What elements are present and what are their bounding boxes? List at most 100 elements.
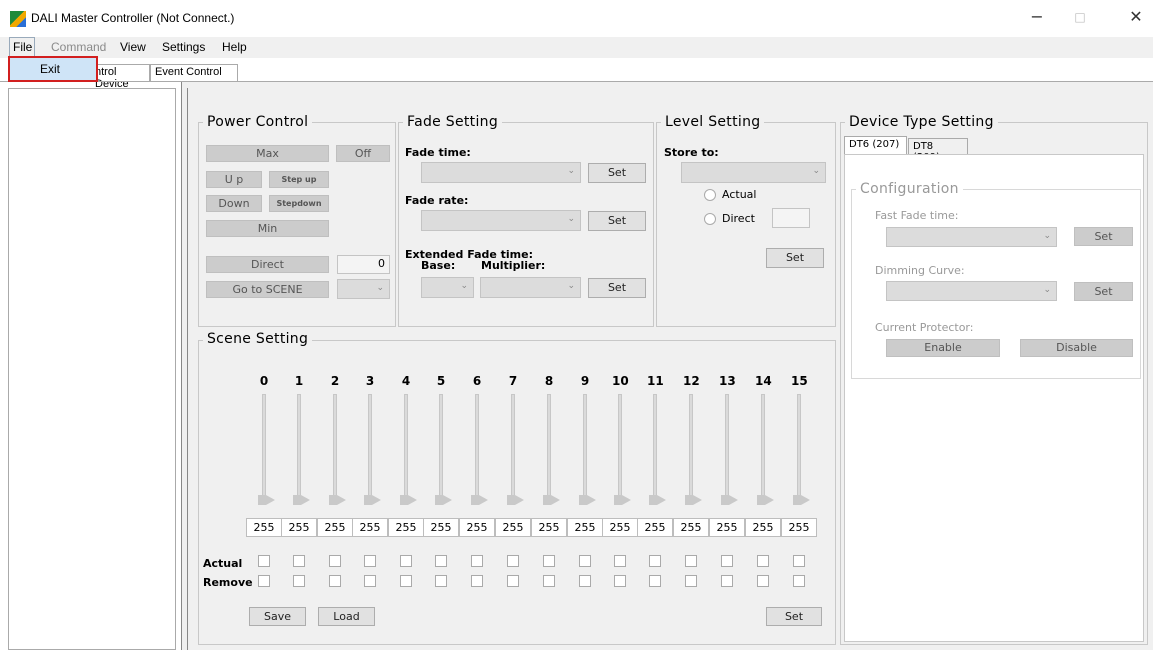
scene-actual-checkbox[interactable] bbox=[364, 555, 376, 567]
scene-remove-checkbox[interactable] bbox=[793, 575, 805, 587]
scene-remove-checkbox[interactable] bbox=[721, 575, 733, 587]
scene-actual-checkbox[interactable] bbox=[258, 555, 270, 567]
scene-remove-checkbox[interactable] bbox=[507, 575, 519, 587]
scene-actual-checkbox[interactable] bbox=[579, 555, 591, 567]
scene-slider-track[interactable] bbox=[297, 394, 301, 498]
fade-time-select[interactable]: ⌄ bbox=[421, 162, 581, 183]
scene-value[interactable]: 255 bbox=[317, 518, 353, 537]
exit-menu-item[interactable]: Exit bbox=[8, 56, 98, 82]
store-to-select[interactable]: ⌄ bbox=[681, 162, 826, 183]
scene-remove-checkbox[interactable] bbox=[435, 575, 447, 587]
scene-slider-track[interactable] bbox=[797, 394, 801, 498]
dimming-curve-select[interactable]: ⌄ bbox=[886, 281, 1057, 301]
direct-value-field[interactable]: 0 bbox=[337, 255, 390, 274]
dimming-curve-set-button[interactable]: Set bbox=[1074, 282, 1133, 301]
tab-dt6[interactable]: DT6 (207) bbox=[844, 136, 907, 154]
scene-slider-track[interactable] bbox=[511, 394, 515, 498]
minimize-button[interactable]: − bbox=[1017, 4, 1057, 30]
scene-slider-track[interactable] bbox=[547, 394, 551, 498]
scene-slider-thumb[interactable] bbox=[293, 495, 301, 505]
scene-actual-checkbox[interactable] bbox=[435, 555, 447, 567]
scene-actual-checkbox[interactable] bbox=[721, 555, 733, 567]
scene-slider-track[interactable] bbox=[475, 394, 479, 498]
scene-value[interactable]: 255 bbox=[531, 518, 567, 537]
scene-slider-thumb[interactable] bbox=[329, 495, 337, 505]
scene-slider-thumb[interactable] bbox=[685, 495, 693, 505]
scene-value[interactable]: 255 bbox=[246, 518, 282, 537]
scene-value[interactable]: 255 bbox=[352, 518, 388, 537]
scene-slider-thumb[interactable] bbox=[757, 495, 765, 505]
fade-rate-set-button[interactable]: Set bbox=[588, 211, 646, 231]
scene-value[interactable]: 255 bbox=[423, 518, 459, 537]
scene-slider-track[interactable] bbox=[368, 394, 372, 498]
scene-value[interactable]: 255 bbox=[637, 518, 673, 537]
scene-slider-track[interactable] bbox=[653, 394, 657, 498]
scene-slider-thumb[interactable] bbox=[258, 495, 266, 505]
scene-slider-thumb[interactable] bbox=[793, 495, 801, 505]
max-button[interactable]: Max bbox=[206, 145, 329, 162]
scene-actual-checkbox[interactable] bbox=[614, 555, 626, 567]
fast-fade-set-button[interactable]: Set bbox=[1074, 227, 1133, 246]
scene-slider-track[interactable] bbox=[761, 394, 765, 498]
scene-remove-checkbox[interactable] bbox=[614, 575, 626, 587]
fade-time-set-button[interactable]: Set bbox=[588, 163, 646, 183]
scene-slider-thumb[interactable] bbox=[543, 495, 551, 505]
direct-button[interactable]: Direct bbox=[206, 256, 329, 273]
scene-slider-thumb[interactable] bbox=[507, 495, 515, 505]
scene-slider-thumb[interactable] bbox=[649, 495, 657, 505]
scene-actual-checkbox[interactable] bbox=[793, 555, 805, 567]
scene-remove-checkbox[interactable] bbox=[757, 575, 769, 587]
scene-actual-checkbox[interactable] bbox=[543, 555, 555, 567]
scene-remove-checkbox[interactable] bbox=[543, 575, 555, 587]
scene-slider-thumb[interactable] bbox=[364, 495, 372, 505]
scene-remove-checkbox[interactable] bbox=[685, 575, 697, 587]
scene-remove-checkbox[interactable] bbox=[649, 575, 661, 587]
close-button[interactable]: ✕ bbox=[1116, 4, 1153, 30]
scene-remove-checkbox[interactable] bbox=[364, 575, 376, 587]
multiplier-select[interactable]: ⌄ bbox=[480, 277, 581, 298]
actual-radio[interactable] bbox=[704, 189, 716, 201]
scene-slider-thumb[interactable] bbox=[435, 495, 443, 505]
scene-slider-track[interactable] bbox=[404, 394, 408, 498]
fast-fade-select[interactable]: ⌄ bbox=[886, 227, 1057, 247]
scene-value[interactable]: 255 bbox=[602, 518, 638, 537]
scene-actual-checkbox[interactable] bbox=[400, 555, 412, 567]
base-select[interactable]: ⌄ bbox=[421, 277, 474, 298]
scene-slider-thumb[interactable] bbox=[721, 495, 729, 505]
level-set-button[interactable]: Set bbox=[766, 248, 824, 268]
scene-value[interactable]: 255 bbox=[281, 518, 317, 537]
scene-slider-thumb[interactable] bbox=[614, 495, 622, 505]
scene-slider-track[interactable] bbox=[689, 394, 693, 498]
scene-actual-checkbox[interactable] bbox=[471, 555, 483, 567]
menu-view[interactable]: View bbox=[120, 40, 146, 54]
menu-file[interactable]: File bbox=[13, 40, 32, 54]
scene-actual-checkbox[interactable] bbox=[329, 555, 341, 567]
scene-slider-track[interactable] bbox=[583, 394, 587, 498]
menu-settings[interactable]: Settings bbox=[162, 40, 205, 54]
scene-actual-checkbox[interactable] bbox=[757, 555, 769, 567]
scene-remove-checkbox[interactable] bbox=[293, 575, 305, 587]
fade-rate-select[interactable]: ⌄ bbox=[421, 210, 581, 231]
scene-actual-checkbox[interactable] bbox=[649, 555, 661, 567]
step-up-button[interactable]: Step up bbox=[269, 171, 329, 188]
scene-slider-track[interactable] bbox=[439, 394, 443, 498]
scene-slider-thumb[interactable] bbox=[400, 495, 408, 505]
level-direct-field[interactable] bbox=[772, 208, 810, 228]
up-button[interactable]: U p bbox=[206, 171, 262, 188]
scene-value[interactable]: 255 bbox=[388, 518, 424, 537]
menu-help[interactable]: Help bbox=[222, 40, 247, 54]
menu-command[interactable]: Command bbox=[51, 40, 106, 54]
scene-remove-checkbox[interactable] bbox=[329, 575, 341, 587]
scene-actual-checkbox[interactable] bbox=[685, 555, 697, 567]
scene-remove-checkbox[interactable] bbox=[258, 575, 270, 587]
scene-actual-checkbox[interactable] bbox=[293, 555, 305, 567]
scene-remove-checkbox[interactable] bbox=[579, 575, 591, 587]
scene-slider-track[interactable] bbox=[262, 394, 266, 498]
maximize-button[interactable]: □ bbox=[1060, 4, 1100, 30]
scene-set-button[interactable]: Set bbox=[766, 607, 822, 626]
enable-button[interactable]: Enable bbox=[886, 339, 1000, 357]
scene-slider-track[interactable] bbox=[725, 394, 729, 498]
scene-actual-checkbox[interactable] bbox=[507, 555, 519, 567]
min-button[interactable]: Min bbox=[206, 220, 329, 237]
scene-remove-checkbox[interactable] bbox=[471, 575, 483, 587]
